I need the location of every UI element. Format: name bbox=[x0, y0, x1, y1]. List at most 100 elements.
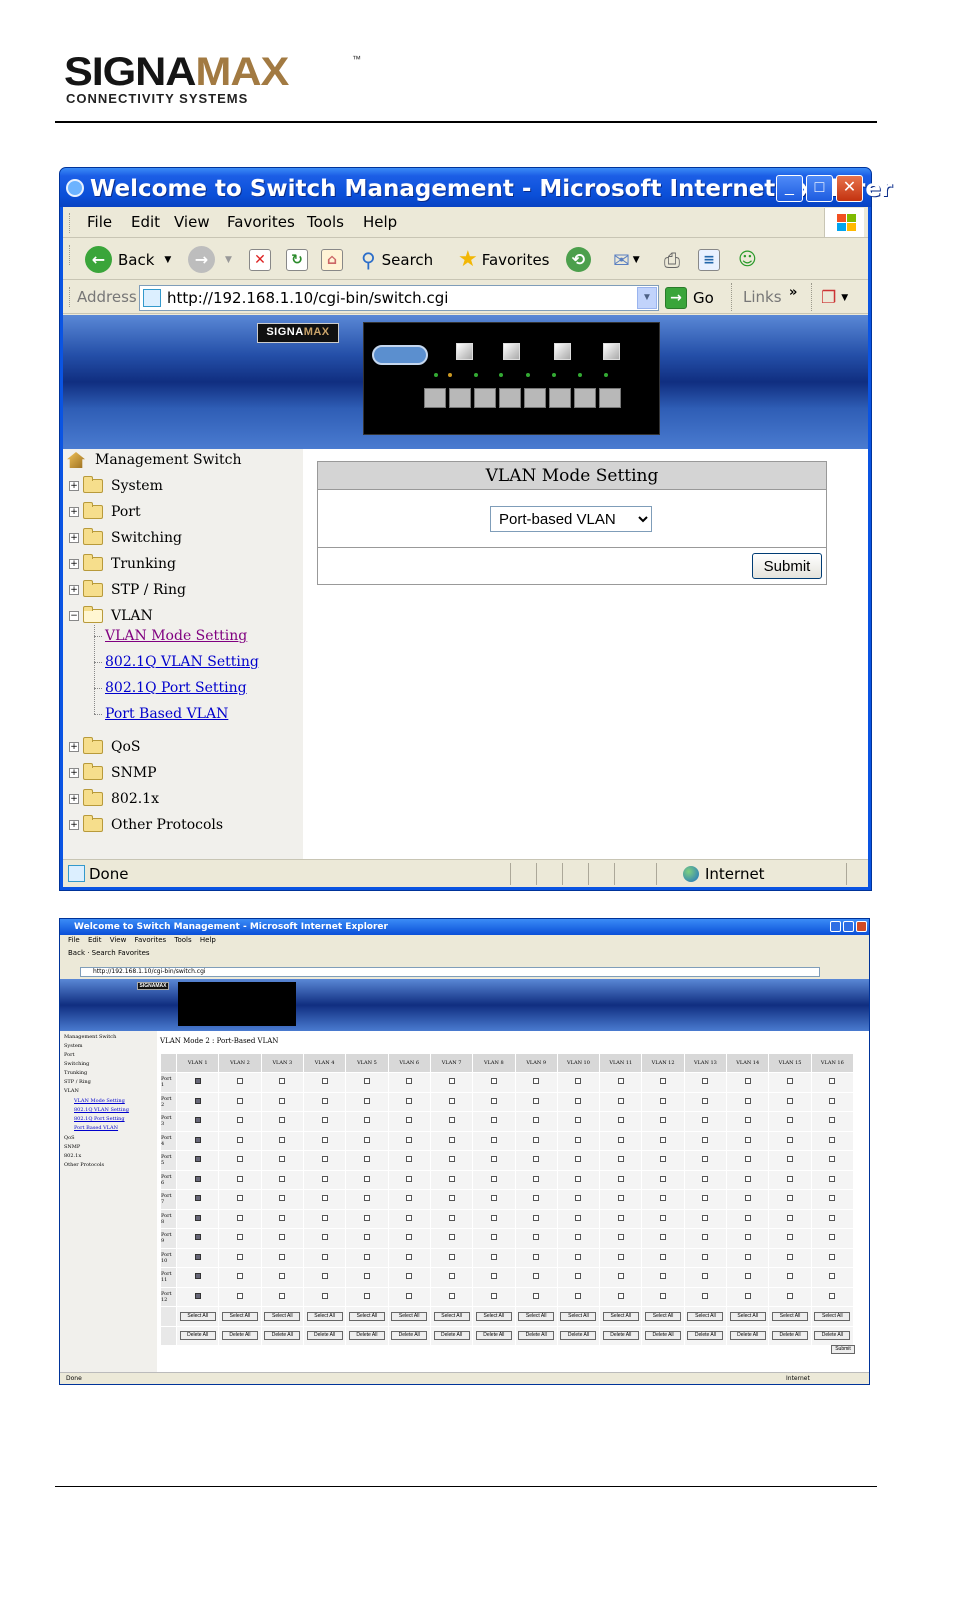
membership-checkbox[interactable] bbox=[575, 1214, 582, 1221]
membership-checkbox[interactable] bbox=[448, 1292, 455, 1299]
membership-checkbox[interactable] bbox=[194, 1078, 201, 1085]
membership-checkbox[interactable] bbox=[533, 1078, 540, 1085]
membership-checkbox[interactable] bbox=[406, 1078, 413, 1085]
delete-all-button[interactable]: Delete All bbox=[729, 1331, 766, 1341]
membership-checkbox[interactable] bbox=[279, 1156, 286, 1163]
maximize-button[interactable] bbox=[843, 921, 854, 932]
membership-checkbox[interactable] bbox=[575, 1156, 582, 1163]
select-all-button[interactable]: Select All bbox=[560, 1311, 597, 1321]
membership-checkbox[interactable] bbox=[321, 1253, 328, 1260]
membership-checkbox[interactable] bbox=[448, 1273, 455, 1280]
delete-all-button[interactable]: Delete All bbox=[475, 1331, 512, 1341]
membership-checkbox[interactable] bbox=[787, 1117, 794, 1124]
mail-button[interactable]: ✉ ▼ bbox=[613, 246, 640, 273]
membership-checkbox[interactable] bbox=[533, 1175, 540, 1182]
membership-checkbox[interactable] bbox=[575, 1136, 582, 1143]
membership-checkbox[interactable] bbox=[617, 1175, 624, 1182]
membership-checkbox[interactable] bbox=[321, 1156, 328, 1163]
membership-checkbox[interactable] bbox=[363, 1292, 370, 1299]
membership-checkbox[interactable] bbox=[490, 1253, 497, 1260]
membership-checkbox[interactable] bbox=[321, 1175, 328, 1182]
tree-folder-system[interactable]: + System bbox=[69, 476, 163, 494]
link-vlan-mode-setting[interactable]: VLAN Mode Setting bbox=[105, 628, 247, 644]
tree-folder-trunking[interactable]: + Trunking bbox=[69, 554, 176, 572]
tree-item[interactable]: Trunking bbox=[64, 1070, 87, 1076]
vlan-mode-select[interactable]: Port-based VLAN bbox=[490, 506, 652, 532]
membership-checkbox[interactable] bbox=[448, 1195, 455, 1202]
membership-checkbox[interactable] bbox=[279, 1214, 286, 1221]
membership-checkbox[interactable] bbox=[321, 1097, 328, 1104]
membership-checkbox[interactable] bbox=[575, 1175, 582, 1182]
membership-checkbox[interactable] bbox=[702, 1292, 709, 1299]
membership-checkbox[interactable] bbox=[533, 1136, 540, 1143]
membership-checkbox[interactable] bbox=[702, 1097, 709, 1104]
membership-checkbox[interactable] bbox=[490, 1136, 497, 1143]
membership-checkbox[interactable] bbox=[321, 1273, 328, 1280]
membership-checkbox[interactable] bbox=[617, 1253, 624, 1260]
membership-checkbox[interactable] bbox=[321, 1195, 328, 1202]
menu-tools[interactable]: Tools bbox=[307, 213, 344, 231]
tree-item[interactable]: System bbox=[64, 1043, 83, 1049]
membership-checkbox[interactable] bbox=[236, 1195, 243, 1202]
membership-checkbox[interactable] bbox=[236, 1175, 243, 1182]
membership-checkbox[interactable] bbox=[363, 1195, 370, 1202]
select-all-button[interactable]: Select All bbox=[518, 1311, 555, 1321]
membership-checkbox[interactable] bbox=[490, 1214, 497, 1221]
window2-menu[interactable]: File Edit View Favorites Tools Help bbox=[68, 936, 216, 944]
membership-checkbox[interactable] bbox=[787, 1078, 794, 1085]
membership-checkbox[interactable] bbox=[279, 1117, 286, 1124]
select-all-button[interactable]: Select All bbox=[306, 1311, 343, 1321]
membership-checkbox[interactable] bbox=[702, 1136, 709, 1143]
membership-checkbox[interactable] bbox=[279, 1253, 286, 1260]
window2-submit-button[interactable]: Submit bbox=[831, 1345, 855, 1354]
go-button[interactable]: → Go bbox=[665, 284, 714, 311]
print-button[interactable]: ⎙ bbox=[664, 246, 680, 273]
membership-checkbox[interactable] bbox=[363, 1136, 370, 1143]
search-button[interactable]: ⚲ Search bbox=[361, 246, 433, 273]
membership-checkbox[interactable] bbox=[448, 1156, 455, 1163]
membership-checkbox[interactable] bbox=[363, 1117, 370, 1124]
membership-checkbox[interactable] bbox=[194, 1117, 201, 1124]
membership-checkbox[interactable] bbox=[702, 1078, 709, 1085]
menu-help[interactable]: Help bbox=[363, 213, 397, 231]
membership-checkbox[interactable] bbox=[617, 1117, 624, 1124]
membership-checkbox[interactable] bbox=[533, 1273, 540, 1280]
membership-checkbox[interactable] bbox=[744, 1117, 751, 1124]
link-8021q-port-setting[interactable]: 802.1Q Port Setting bbox=[105, 680, 247, 696]
membership-checkbox[interactable] bbox=[829, 1078, 836, 1085]
membership-checkbox[interactable] bbox=[575, 1253, 582, 1260]
tree-link[interactable]: 802.1Q Port Setting bbox=[74, 1116, 125, 1122]
menu-edit[interactable]: Edit bbox=[131, 213, 160, 231]
tree-link[interactable]: VLAN Mode Setting bbox=[74, 1098, 125, 1104]
tree-item[interactable]: QoS bbox=[64, 1135, 75, 1141]
tree-folder-vlan[interactable]: − VLAN bbox=[69, 606, 153, 624]
delete-all-button[interactable]: Delete All bbox=[518, 1331, 555, 1341]
messenger-button[interactable]: ☺ bbox=[738, 246, 757, 273]
tree-folder-switching[interactable]: + Switching bbox=[69, 528, 182, 546]
membership-checkbox[interactable] bbox=[617, 1273, 624, 1280]
membership-checkbox[interactable] bbox=[533, 1195, 540, 1202]
membership-checkbox[interactable] bbox=[490, 1117, 497, 1124]
delete-all-button[interactable]: Delete All bbox=[687, 1331, 724, 1341]
membership-checkbox[interactable] bbox=[321, 1234, 328, 1241]
membership-checkbox[interactable] bbox=[617, 1097, 624, 1104]
membership-checkbox[interactable] bbox=[744, 1097, 751, 1104]
delete-all-button[interactable]: Delete All bbox=[348, 1331, 385, 1341]
membership-checkbox[interactable] bbox=[194, 1175, 201, 1182]
membership-checkbox[interactable] bbox=[829, 1136, 836, 1143]
home-button[interactable]: ⌂ bbox=[321, 246, 343, 273]
membership-checkbox[interactable] bbox=[533, 1097, 540, 1104]
membership-checkbox[interactable] bbox=[194, 1273, 201, 1280]
select-all-button[interactable]: Select All bbox=[433, 1311, 470, 1321]
membership-checkbox[interactable] bbox=[194, 1156, 201, 1163]
select-all-button[interactable]: Select All bbox=[645, 1311, 682, 1321]
membership-checkbox[interactable] bbox=[448, 1117, 455, 1124]
membership-checkbox[interactable] bbox=[406, 1136, 413, 1143]
membership-checkbox[interactable] bbox=[236, 1156, 243, 1163]
tree-link[interactable]: Port Based VLAN bbox=[74, 1125, 118, 1131]
maximize-button[interactable]: □ bbox=[806, 175, 833, 202]
select-all-button[interactable]: Select All bbox=[772, 1311, 809, 1321]
select-all-button[interactable]: Select All bbox=[264, 1311, 301, 1321]
tree-item[interactable]: Port bbox=[64, 1052, 75, 1058]
membership-checkbox[interactable] bbox=[363, 1214, 370, 1221]
